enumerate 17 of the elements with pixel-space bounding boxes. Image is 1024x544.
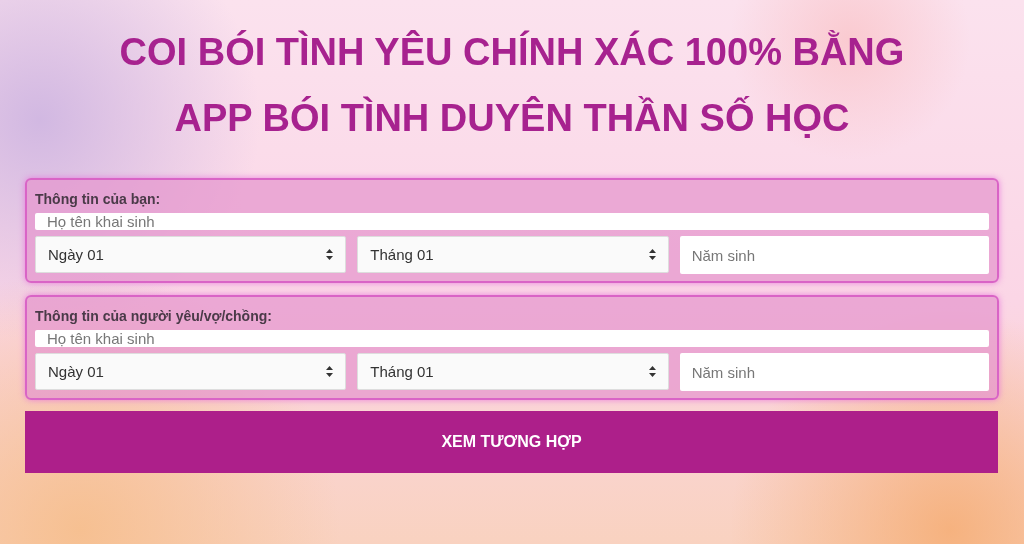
sort-caret-icon <box>648 366 656 377</box>
page-title: COI BÓI TÌNH YÊU CHÍNH XÁC 100% BẰNG <box>119 29 905 75</box>
year-field[interactable]: Năm sinh <box>679 236 989 274</box>
name-field[interactable]: Họ tên khai sinh <box>35 213 989 230</box>
day-select[interactable]: Ngày 01 <box>35 236 347 273</box>
sort-caret-icon <box>326 249 334 260</box>
section-label: Thông tin của người yêu/vợ/chồng: <box>35 307 273 324</box>
day-select[interactable]: Ngày 01 <box>35 353 347 390</box>
year-field[interactable]: Năm sinh <box>679 353 989 391</box>
name-field[interactable]: Họ tên khai sinh <box>35 330 989 347</box>
month-select[interactable]: Tháng 01 <box>357 236 669 273</box>
sort-caret-icon <box>648 249 656 260</box>
page-title: APP BÓI TÌNH DUYÊN THẦN SỐ HỌC <box>174 95 850 141</box>
section-label: Thông tin của bạn: <box>35 190 162 207</box>
sort-caret-icon <box>326 366 334 377</box>
month-select[interactable]: Tháng 01 <box>357 353 669 390</box>
submit-button[interactable]: XEM TƯƠNG HỢP <box>25 411 998 473</box>
